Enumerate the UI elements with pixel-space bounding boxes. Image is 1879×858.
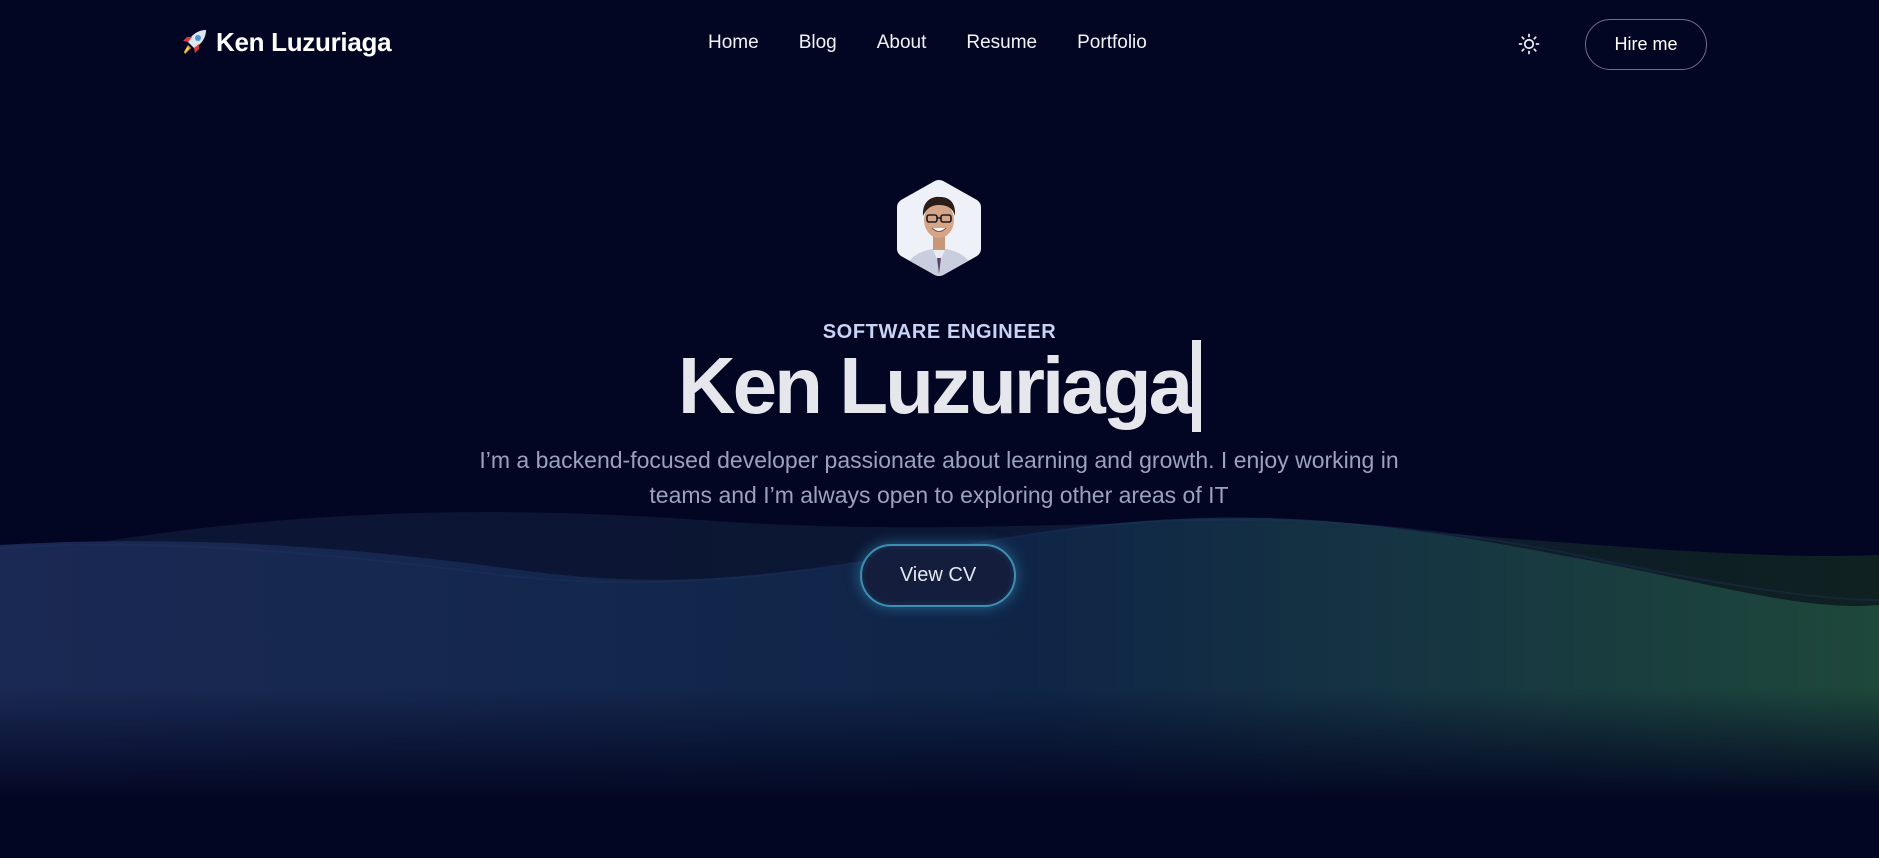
view-cv-button[interactable]: View CV — [860, 544, 1016, 607]
hero-title-wrap: Ken Luzuriaga — [0, 338, 1879, 434]
main-nav: Home Blog About Resume Portfolio — [690, 30, 1147, 56]
hire-me-button[interactable]: Hire me — [1585, 19, 1707, 70]
nav-portfolio[interactable]: Portfolio — [1077, 30, 1147, 56]
profile-avatar — [897, 180, 981, 276]
nav-blog[interactable]: Blog — [799, 30, 837, 56]
brand-name: Ken Luzuriaga — [216, 26, 392, 57]
rocket-icon — [178, 26, 210, 58]
nav-home[interactable]: Home — [708, 30, 759, 56]
page: Ken Luzuriaga Home Blog About Resume Por… — [0, 0, 1879, 858]
hero-description: I’m a backend-focused developer passiona… — [479, 447, 1399, 508]
site-header: Ken Luzuriaga Home Blog About Resume Por… — [0, 0, 1879, 90]
typing-caret — [1192, 340, 1202, 432]
brand-link[interactable]: Ken Luzuriaga — [178, 26, 392, 58]
sun-icon — [1518, 33, 1540, 55]
theme-toggle-button[interactable] — [1515, 30, 1543, 58]
nav-about[interactable]: About — [877, 30, 927, 56]
hero-title: Ken Luzuriaga — [677, 338, 1202, 434]
hero-title-text: Ken Luzuriaga — [677, 341, 1193, 430]
nav-resume[interactable]: Resume — [966, 30, 1037, 56]
